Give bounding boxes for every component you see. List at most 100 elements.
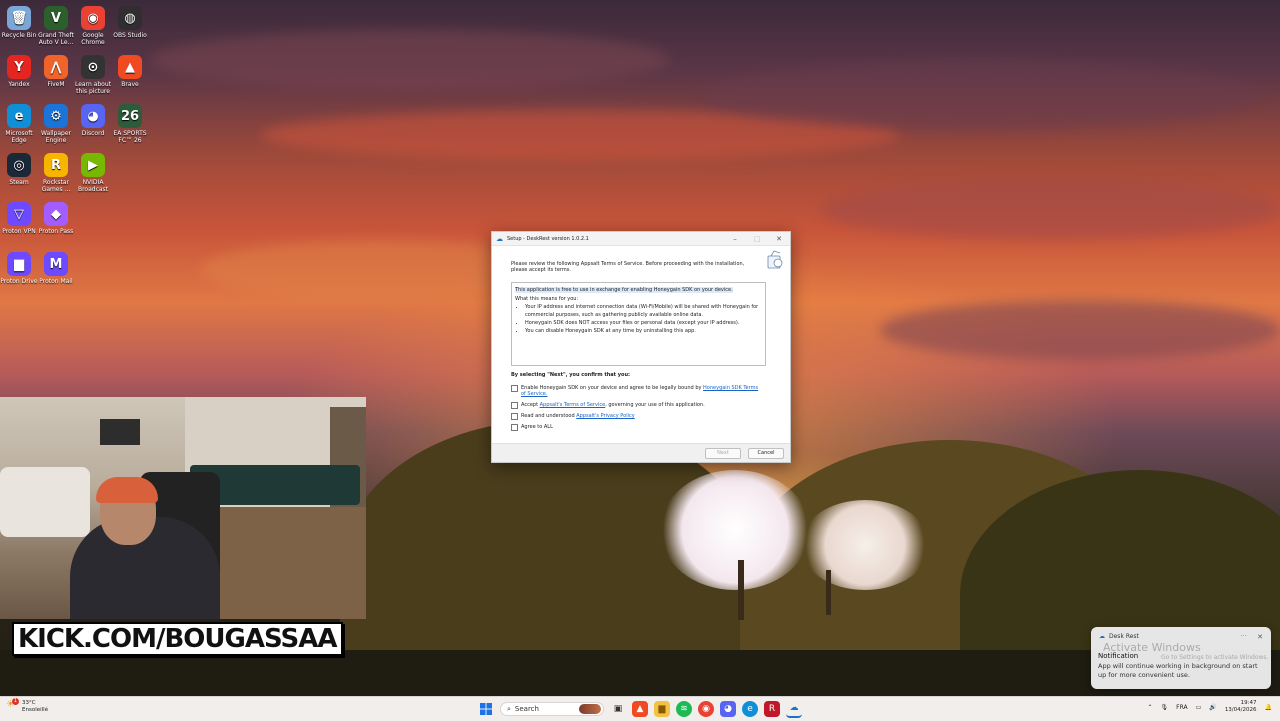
- terms-textbox[interactable]: This application is free to use in excha…: [511, 282, 766, 366]
- desktop-icon[interactable]: ▲ Brave: [111, 53, 149, 88]
- spotify-icon[interactable]: ≋: [676, 701, 692, 717]
- app-icon: ⚙: [44, 104, 68, 128]
- terms-bullet: Your IP address and internet connection …: [525, 303, 762, 319]
- microphone-icon[interactable]: 🎙: [1161, 704, 1169, 711]
- agree-all-checkbox[interactable]: [511, 424, 518, 431]
- tos-checkbox[interactable]: [511, 402, 518, 409]
- desktop-icon-label: EA SPORTS FC™ 26: [113, 130, 147, 144]
- notification-app: Desk Rest: [1109, 633, 1139, 640]
- file-explorer-icon[interactable]: ▆: [654, 701, 670, 717]
- confirm-heading: By selecting "Next", you confirm that yo…: [511, 372, 631, 378]
- system-tray: ⌃ 🎙 FRA ▭ 🔊 19:47 13/04/2026 🔔: [1148, 700, 1272, 714]
- task-view-icon[interactable]: ▣: [610, 701, 626, 717]
- taskbar-search[interactable]: ⌕ Search: [500, 702, 604, 716]
- desktop-icon-label: Steam: [9, 179, 29, 186]
- desktop-icon-label: FiveM: [47, 81, 65, 88]
- taskbar-apps: ⌕ Search ▣ ▲ ▆ ≋ ◉ ◕ e R ☁: [478, 700, 802, 718]
- desktop-icon[interactable]: ⊙ Learn about this picture: [74, 53, 112, 95]
- desktop-icon[interactable]: ▶ NVIDIA Broadcast: [74, 151, 112, 193]
- taskbar: ☀ 1 33°C Ensoleillé ⌕ Search ▣ ▲ ▆ ≋ ◉ ◕…: [0, 696, 1280, 721]
- close-icon[interactable]: ✕: [768, 235, 790, 243]
- app-icon: ◎: [7, 153, 31, 177]
- discord-icon[interactable]: ◕: [720, 701, 736, 717]
- desktop-icon[interactable]: 26 EA SPORTS FC™ 26: [111, 102, 149, 144]
- desktop-icon-label: Grand Theft Auto V Le...: [38, 32, 74, 46]
- notification-body: App will continue working in background …: [1098, 662, 1258, 679]
- brave-icon[interactable]: ▲: [632, 701, 648, 717]
- app-icon: ◆: [44, 202, 68, 226]
- chevron-up-icon[interactable]: ⌃: [1148, 704, 1153, 711]
- notification-toast[interactable]: ☁ Desk Rest ··· ✕ Activate Windows Go to …: [1091, 627, 1271, 689]
- network-icon[interactable]: ▭: [1196, 704, 1202, 711]
- desktop-icon[interactable]: ◕ Discord: [74, 102, 112, 137]
- maximize-icon[interactable]: □: [746, 235, 768, 243]
- desktop-icon[interactable]: V Grand Theft Auto V Le...: [37, 4, 75, 46]
- privacy-text: Read and understood: [521, 413, 577, 419]
- checkbox-row-privacy[interactable]: Read and understood Appsalt's Privacy Po…: [511, 413, 761, 420]
- desktop-icon-label: Proton Mail: [39, 278, 73, 285]
- search-highlight-icon: [579, 704, 601, 714]
- notification-bell-icon[interactable]: 🔔: [1265, 704, 1272, 711]
- desktop-icon-label: Wallpaper Engine: [40, 130, 71, 144]
- desktop-icon[interactable]: 🗑 Recycle Bin: [0, 4, 38, 39]
- next-button[interactable]: Next: [705, 448, 741, 459]
- desktop-icon[interactable]: ⋀ FiveM: [37, 53, 75, 88]
- desktop-icon-label: Discord: [81, 130, 105, 137]
- cancel-button[interactable]: Cancel: [748, 448, 784, 459]
- checkbox-row-tos[interactable]: Accept Appsalt's Terms of Service, gover…: [511, 402, 761, 409]
- deskrest-icon[interactable]: ☁: [786, 700, 802, 718]
- desktop-icon[interactable]: ⚙ Wallpaper Engine: [37, 102, 75, 144]
- desktop-icon-label: Learn about this picture: [75, 81, 111, 95]
- terms-means: What this means for you:: [515, 296, 579, 302]
- app-icon: ▶: [81, 153, 105, 177]
- language-indicator[interactable]: FRA: [1176, 704, 1187, 711]
- desktop-icon[interactable]: e Microsoft Edge: [0, 102, 38, 144]
- agree-all-text: Agree to ALL: [521, 424, 553, 430]
- windows-start-icon[interactable]: [478, 701, 494, 717]
- checkbox-row-sdk[interactable]: Enable Honeygain SDK on your device and …: [511, 385, 761, 397]
- app-icon: ⋀: [44, 55, 68, 79]
- rockstar-icon[interactable]: R: [764, 701, 780, 717]
- search-placeholder: Search: [514, 705, 539, 713]
- chrome-icon[interactable]: ◉: [698, 701, 714, 717]
- checkbox-row-all[interactable]: Agree to ALL: [511, 424, 761, 431]
- desktop-icon-label: Proton Pass: [38, 228, 74, 235]
- setup-package-icon: [767, 250, 783, 269]
- app-icon: ▽: [7, 202, 31, 226]
- desktop-icon-label: Microsoft Edge: [5, 130, 33, 144]
- app-icon: ◕: [81, 104, 105, 128]
- dialog-titlebar[interactable]: ☁ Setup - DeskRest version 1.0.2.1 – □ ✕: [492, 232, 790, 246]
- privacy-checkbox[interactable]: [511, 413, 518, 420]
- close-icon[interactable]: ✕: [1257, 633, 1263, 641]
- desktop-icon-label: Proton VPN: [2, 228, 36, 235]
- desktop-icon[interactable]: R Rockstar Games ...: [37, 151, 75, 193]
- desktop-icon[interactable]: ◍ OBS Studio: [111, 4, 149, 39]
- desktop-icon-label: Brave: [121, 81, 139, 88]
- desktop-icon-label: Proton Drive: [0, 278, 38, 285]
- terms-bullets: Your IP address and internet connection …: [515, 303, 762, 335]
- desktop-icon-label: Rockstar Games ...: [41, 179, 71, 193]
- desktop-icon[interactable]: M Proton Mail: [37, 250, 75, 285]
- app-icon: ◉: [81, 6, 105, 30]
- minimize-icon[interactable]: –: [724, 235, 746, 243]
- dialog-title: Setup - DeskRest version 1.0.2.1: [507, 235, 589, 242]
- tos-link[interactable]: Appsalt's Terms of Service: [540, 402, 606, 408]
- desktop-icon[interactable]: Y Yandex: [0, 53, 38, 88]
- sdk-terms-checkbox[interactable]: [511, 385, 518, 392]
- edge-icon[interactable]: e: [742, 701, 758, 717]
- clock[interactable]: 19:47 13/04/2026: [1225, 700, 1257, 714]
- app-icon: M: [44, 252, 68, 276]
- privacy-link[interactable]: Appsalt's Privacy Policy: [576, 413, 634, 419]
- sdk-terms-text: Enable Honeygain SDK on your device and …: [521, 385, 704, 391]
- weather-widget[interactable]: ☀ 1 33°C Ensoleillé: [6, 698, 48, 714]
- tos-text-pre: Accept: [521, 402, 540, 408]
- desktop-icon[interactable]: ▆ Proton Drive: [0, 250, 38, 285]
- volume-icon[interactable]: 🔊: [1209, 704, 1216, 711]
- desktop-icon[interactable]: ◎ Steam: [0, 151, 38, 186]
- app-cloud-icon: ☁: [496, 234, 503, 243]
- clock-date: 13/04/2026: [1224, 707, 1257, 713]
- desktop-icon[interactable]: ▽ Proton VPN: [0, 200, 38, 235]
- desktop-icon[interactable]: ◆ Proton Pass: [37, 200, 75, 235]
- desktop-icon[interactable]: ◉ Google Chrome: [74, 4, 112, 46]
- more-icon[interactable]: ···: [1240, 632, 1247, 640]
